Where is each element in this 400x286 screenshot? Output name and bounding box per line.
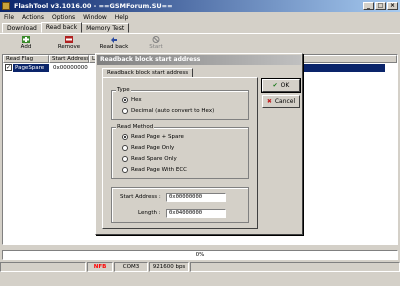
row-start-address: 0x00000000	[53, 65, 88, 71]
address-group: Start Address : 0x00000000 Length : 0x04…	[111, 187, 249, 223]
method-page-ecc-radio[interactable]: Read Page With ECC	[122, 167, 187, 173]
menu-help[interactable]: Help	[111, 14, 133, 21]
radio-dot	[122, 156, 128, 162]
col-read-flag[interactable]: Read Flag	[3, 55, 49, 63]
status-port: COM3	[114, 262, 148, 272]
type-decimal-radio[interactable]: Decimal (auto convert to Hex)	[122, 108, 214, 114]
read-back-label: Read back	[99, 44, 129, 50]
method-spare-only-radio[interactable]: Read Spare Only	[122, 156, 177, 162]
length-input[interactable]: 0x04000000	[166, 209, 226, 218]
start-label: Start	[149, 44, 163, 50]
read-method-label: Read Method	[116, 124, 155, 130]
remove-button[interactable]: Remove	[51, 36, 87, 54]
remove-icon	[65, 36, 73, 43]
app-icon	[2, 2, 10, 10]
title-bar: FlashTool v3.1016.00 - ==GSMForum.SU== _…	[0, 0, 400, 12]
status-baud: 921600 bps	[149, 262, 189, 272]
ok-label: OK	[280, 82, 290, 89]
read-back-icon	[111, 37, 117, 43]
read-back-button[interactable]: Read back	[96, 36, 132, 54]
dialog-title: Readback block start address	[97, 55, 301, 65]
start-address-input[interactable]: 0x00000000	[166, 193, 226, 202]
cross-icon: ✖	[266, 98, 272, 105]
minimize-button[interactable]: _	[363, 2, 374, 10]
tab-read-back[interactable]: Read back	[40, 22, 83, 33]
radio-dot	[122, 145, 128, 151]
progress-text: 0%	[195, 252, 205, 258]
cancel-button[interactable]: ✖ Cancel	[262, 95, 300, 108]
method-page-spare-label: Read Page + Spare	[131, 134, 184, 140]
radio-dot	[122, 97, 128, 103]
tab-download[interactable]: Download	[2, 23, 42, 33]
maximize-button[interactable]: □	[375, 2, 386, 10]
tab-memory-test[interactable]: Memory Test	[81, 23, 130, 33]
radio-dot	[122, 167, 128, 173]
toolbar: Add Remove Read back Start	[0, 33, 400, 53]
add-icon	[22, 36, 30, 43]
status-fill	[190, 262, 400, 272]
col-start-address[interactable]: Start Address	[49, 55, 89, 63]
method-page-spare-radio[interactable]: Read Page + Spare	[122, 134, 184, 140]
window-title: FlashTool v3.1016.00 - ==GSMForum.SU==	[14, 2, 173, 10]
menu-window[interactable]: Window	[79, 14, 111, 21]
radio-dot	[122, 134, 128, 140]
dialog-panel: Type Hex Decimal (auto convert to Hex) R…	[102, 77, 258, 229]
col-extra[interactable]	[295, 55, 397, 63]
length-label: Length :	[138, 210, 161, 216]
menu-options[interactable]: Options	[48, 14, 79, 21]
readback-dialog: Readback block start address Readback bl…	[95, 53, 303, 235]
type-group: Type Hex Decimal (auto convert to Hex)	[111, 87, 249, 120]
remove-label: Remove	[57, 44, 81, 50]
menu-actions[interactable]: Actions	[18, 14, 48, 21]
type-hex-label: Hex	[131, 97, 142, 103]
start-icon	[152, 36, 160, 43]
method-spare-only-label: Read Spare Only	[131, 156, 177, 162]
row-flag: PageSpare	[13, 64, 49, 72]
row-checkbox[interactable]: ✓	[5, 64, 12, 71]
status-empty	[0, 262, 86, 272]
add-label: Add	[20, 44, 32, 50]
main-tabs: Download Read back Memory Test	[0, 22, 130, 33]
method-page-ecc-label: Read Page With ECC	[131, 167, 188, 173]
ok-button[interactable]: ✔ OK	[261, 78, 301, 93]
progress-bar: 0%	[2, 250, 398, 260]
cancel-label: Cancel	[274, 98, 296, 105]
method-page-only-label: Read Page Only	[131, 145, 175, 151]
read-method-group: Read Method Read Page + Spare Read Page …	[111, 124, 249, 179]
status-nfb: NFB	[87, 262, 113, 272]
menu-file[interactable]: File	[0, 14, 18, 21]
check-icon: ✔	[272, 82, 278, 89]
start-button[interactable]: Start	[138, 36, 174, 54]
add-button[interactable]: Add	[8, 36, 44, 54]
start-address-label: Start Address :	[120, 194, 161, 200]
type-hex-radio[interactable]: Hex	[122, 97, 142, 103]
method-page-only-radio[interactable]: Read Page Only	[122, 145, 174, 151]
type-decimal-label: Decimal (auto convert to Hex)	[131, 108, 215, 114]
status-bar: NFB COM3 921600 bps	[0, 262, 400, 272]
type-group-label: Type	[116, 87, 131, 93]
close-button[interactable]: ×	[387, 2, 398, 10]
radio-dot	[122, 108, 128, 114]
menu-bar: File Actions Options Window Help	[0, 12, 400, 22]
